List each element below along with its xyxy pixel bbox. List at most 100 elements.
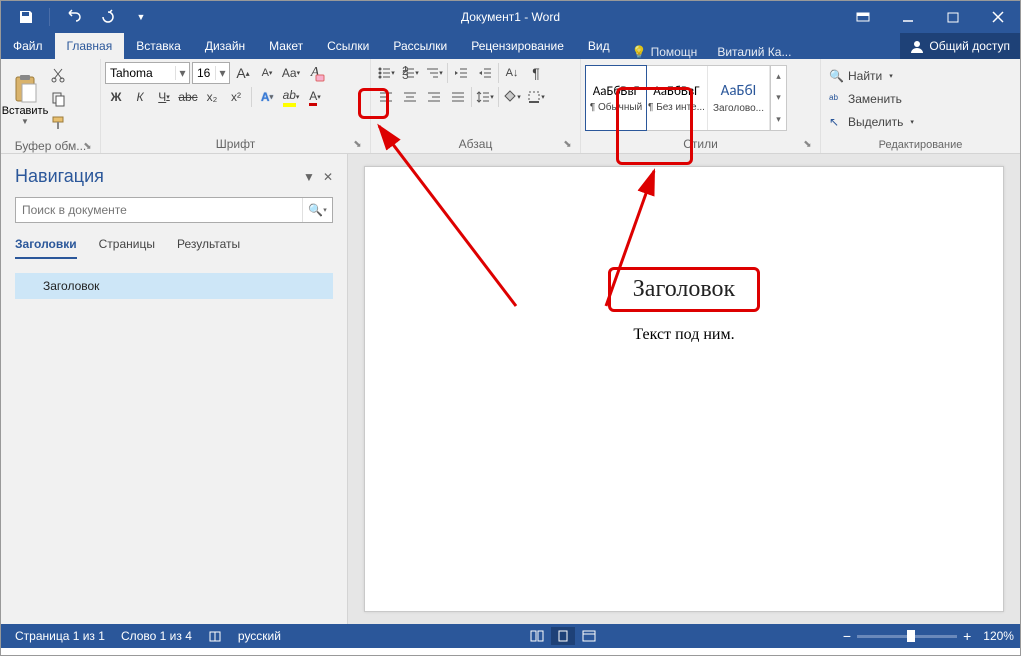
dialog-launcher[interactable]: ⬊ [561, 138, 574, 151]
font-color-button[interactable]: A▾ [304, 86, 326, 108]
shrink-font-button[interactable]: A▾ [256, 62, 278, 84]
dialog-launcher[interactable]: ⬊ [81, 140, 94, 153]
nav-search: 🔍▾ [15, 197, 333, 223]
tab-home[interactable]: Главная [55, 33, 125, 59]
increase-indent-button[interactable] [474, 62, 496, 84]
font-size-combo[interactable]: 16▾ [192, 62, 230, 84]
status-language[interactable]: русский [230, 629, 289, 643]
underline-button[interactable]: Ч▾ [153, 86, 175, 108]
status-page[interactable]: Страница 1 из 1 [7, 629, 113, 643]
grow-font-button[interactable]: A▴ [232, 62, 254, 84]
copy-button[interactable] [47, 88, 69, 110]
select-button[interactable]: ↖Выделить▾ [825, 112, 1016, 133]
line-spacing-button[interactable]: ▾ [474, 86, 496, 108]
multilevel-list-button[interactable]: ▾ [423, 62, 445, 84]
replace-button[interactable]: ᵃᵇЗаменить [825, 89, 1016, 110]
redo-button[interactable] [92, 3, 122, 31]
dialog-launcher[interactable]: ⬊ [351, 138, 364, 151]
tab-view[interactable]: Вид [576, 33, 622, 59]
bold-button[interactable]: Ж [105, 86, 127, 108]
highlight-button[interactable]: ab▾ [280, 86, 302, 108]
style-no-spacing[interactable]: АаБбВвГ ¶ Без инте... [646, 66, 708, 130]
nav-tab-pages[interactable]: Страницы [99, 237, 155, 259]
text-effects-button[interactable]: A▾ [256, 86, 278, 108]
document-body-text[interactable]: Текст под ним. [405, 326, 963, 344]
tell-me[interactable]: 💡Помощн [622, 45, 708, 59]
share-button[interactable]: Общий доступ [900, 33, 1020, 59]
tab-design[interactable]: Дизайн [193, 33, 257, 59]
tab-insert[interactable]: Вставка [124, 33, 193, 59]
group-styles: АаБбВвГ ¶ Обычный АаБбВвГ ¶ Без инте... … [581, 59, 821, 153]
zoom-slider[interactable] [857, 635, 957, 638]
document-page[interactable]: Заголовок Текст под ним. [364, 166, 1004, 612]
search-icon: 🔍 [829, 69, 843, 83]
font-name-combo[interactable]: Tahoma▾ [105, 62, 190, 84]
show-marks-button[interactable]: ¶ [525, 62, 547, 84]
zoom-in-button[interactable]: + [963, 628, 971, 644]
cursor-icon: ↖ [829, 115, 843, 129]
cut-button[interactable] [47, 64, 69, 86]
book-icon [208, 629, 222, 643]
decrease-indent-button[interactable] [450, 62, 472, 84]
justify-button[interactable] [447, 86, 469, 108]
tab-mailings[interactable]: Рассылки [381, 33, 459, 59]
align-center-button[interactable] [399, 86, 421, 108]
user-account[interactable]: Виталий Ка... [707, 45, 801, 59]
change-case-button[interactable]: Aa▾ [280, 62, 302, 84]
close-button[interactable] [975, 3, 1020, 31]
subscript-button[interactable]: x₂ [201, 86, 223, 108]
superscript-button[interactable]: x² [225, 86, 247, 108]
zoom-controls: − + 120% [843, 628, 1014, 644]
format-painter-button[interactable] [47, 112, 69, 134]
align-left-button[interactable] [375, 86, 397, 108]
zoom-level[interactable]: 120% [983, 629, 1014, 643]
nav-search-input[interactable] [15, 197, 333, 223]
tab-layout[interactable]: Макет [257, 33, 315, 59]
bulb-icon: 💡 [632, 45, 647, 59]
tab-references[interactable]: Ссылки [315, 33, 381, 59]
zoom-out-button[interactable]: − [843, 628, 851, 644]
view-web-button[interactable] [577, 627, 601, 645]
minimize-button[interactable] [885, 3, 930, 31]
align-right-button[interactable] [423, 86, 445, 108]
italic-button[interactable]: К [129, 86, 151, 108]
undo-button[interactable] [58, 3, 88, 31]
view-read-button[interactable] [525, 627, 549, 645]
styles-gallery-more[interactable]: ▴▾▾ [770, 66, 786, 130]
dialog-launcher[interactable]: ⬊ [801, 138, 814, 151]
status-words[interactable]: Слово 1 из 4 [113, 629, 200, 643]
group-clipboard: Вставить ▼ Буфер обм...⬊ [1, 59, 101, 153]
numbering-button[interactable]: 123▾ [399, 62, 421, 84]
clear-formatting-button[interactable]: A [304, 62, 326, 84]
paste-button[interactable]: Вставить ▼ [5, 62, 45, 136]
qat-customize-button[interactable]: ▼ [126, 3, 156, 31]
nav-heading-item[interactable]: Заголовок [15, 273, 333, 299]
status-proofing[interactable] [200, 629, 230, 643]
tab-file[interactable]: Файл [1, 33, 55, 59]
bullets-button[interactable]: ▾ [375, 62, 397, 84]
maximize-button[interactable] [930, 3, 975, 31]
ribbon-tabs: Файл Главная Вставка Дизайн Макет Ссылки… [1, 33, 1020, 59]
document-heading[interactable]: Заголовок [608, 267, 760, 312]
nav-menu-button[interactable]: ▼ [303, 170, 315, 184]
tab-review[interactable]: Рецензирование [459, 33, 576, 59]
find-button[interactable]: 🔍Найти▾ [825, 66, 1016, 87]
group-label: Буфер обм...⬊ [5, 136, 96, 155]
nav-close-button[interactable]: ✕ [323, 170, 333, 184]
status-bar: Страница 1 из 1 Слово 1 из 4 русский − +… [1, 624, 1020, 648]
save-button[interactable] [11, 3, 41, 31]
style-heading1[interactable]: АаБбІ Заголово... [708, 66, 770, 130]
clipboard-icon [11, 73, 39, 105]
style-normal[interactable]: АаБбВвГ ¶ Обычный [585, 65, 647, 131]
shading-button[interactable]: ▾ [501, 86, 523, 108]
nav-tab-headings[interactable]: Заголовки [15, 237, 77, 259]
group-label: Стили⬊ [585, 134, 816, 153]
sort-button[interactable]: A↓ [501, 62, 523, 84]
strikethrough-button[interactable]: abc [177, 86, 199, 108]
view-print-button[interactable] [551, 627, 575, 645]
nav-title: Навигация [15, 166, 104, 187]
ribbon-display-button[interactable] [840, 3, 885, 31]
borders-button[interactable]: ▾ [525, 86, 547, 108]
search-icon[interactable]: 🔍▾ [302, 198, 332, 222]
nav-tab-results[interactable]: Результаты [177, 237, 240, 259]
